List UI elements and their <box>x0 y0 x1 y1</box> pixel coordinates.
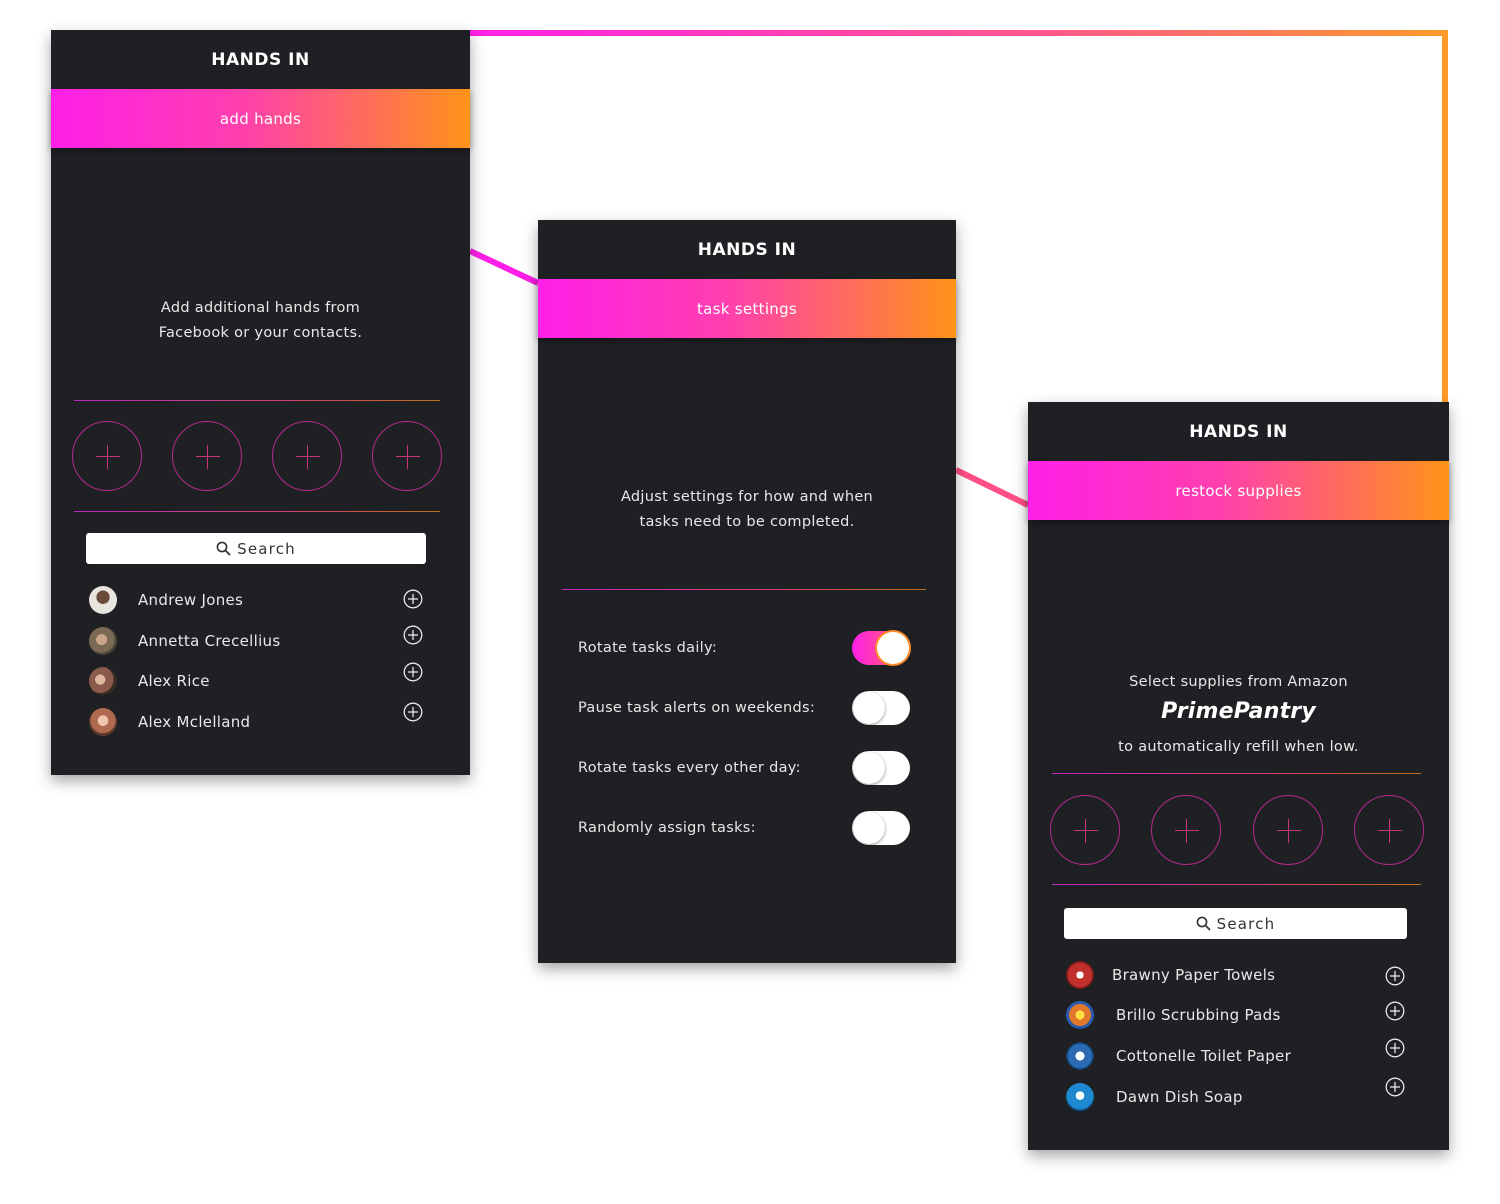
add-circle-icon[interactable] <box>403 625 423 645</box>
toggle-knob <box>877 632 909 664</box>
add-circle-icon[interactable] <box>1385 966 1405 986</box>
setting-rotate-daily: Rotate tasks daily: <box>578 631 910 665</box>
add-circle-icon[interactable] <box>403 589 423 609</box>
add-supply-slot[interactable] <box>1050 795 1120 865</box>
setting-randomly-assign: Randomly assign tasks: <box>578 811 910 845</box>
add-hands-description: Add additional hands from Facebook or yo… <box>51 296 470 346</box>
setting-label: Rotate tasks every other day: <box>578 760 801 776</box>
toggle-switch-on[interactable] <box>852 631 910 665</box>
add-hand-slot[interactable] <box>72 421 142 491</box>
add-supply-slot[interactable] <box>1252 795 1323 865</box>
app-title: HANDS IN <box>697 239 797 260</box>
restock-description-line2: to automatically refill when low. <box>1118 739 1359 755</box>
toggle-switch-off[interactable] <box>852 751 910 785</box>
search-input[interactable]: Search <box>86 533 426 564</box>
contact-row[interactable]: Andrew Jones <box>89 586 423 614</box>
search-input[interactable]: Search <box>1064 908 1407 939</box>
brillo-logo-icon <box>1066 1001 1094 1029</box>
product-row[interactable]: Cottonelle Toilet Paper <box>1066 1038 1405 1070</box>
divider <box>74 400 440 401</box>
avatar <box>89 627 117 655</box>
divider <box>562 589 926 590</box>
product-row[interactable]: Brillo Scrubbing Pads <box>1066 1001 1405 1029</box>
contact-name: Alex Rice <box>138 672 210 690</box>
contact-name: Andrew Jones <box>138 591 244 609</box>
connector-2-3 <box>954 467 1030 508</box>
add-circle-icon[interactable] <box>403 662 423 682</box>
description-line: Adjust settings for how and when <box>620 489 874 505</box>
dawn-logo-icon <box>1066 1083 1094 1111</box>
description-line: Add additional hands from <box>160 300 361 316</box>
connector-1-2 <box>468 248 540 286</box>
setting-label: Randomly assign tasks: <box>578 820 756 836</box>
avatar <box>89 586 117 614</box>
app-title: HANDS IN <box>1189 421 1288 442</box>
product-list: Brawny Paper Towels Brillo Scrubbing Pad… <box>1066 961 1405 1121</box>
contact-list: Andrew Jones Annetta Crecellius Alex Ric… <box>89 586 423 746</box>
search-placeholder: Search <box>237 539 296 558</box>
avatar <box>89 667 117 695</box>
divider <box>1052 884 1421 885</box>
banner-add-hands[interactable]: add hands <box>51 89 470 148</box>
product-name: Dawn Dish Soap <box>1116 1088 1243 1106</box>
contact-row[interactable]: Annetta Crecellius <box>89 625 423 655</box>
search-placeholder: Search <box>1216 914 1276 933</box>
banner-task-settings[interactable]: task settings <box>538 279 956 338</box>
hand-slots <box>72 421 442 491</box>
description-line: tasks need to be completed. <box>639 514 855 530</box>
search-icon <box>216 541 231 556</box>
cottonelle-logo-icon <box>1066 1042 1094 1070</box>
toggle-knob <box>853 692 885 724</box>
toggle-knob <box>853 752 885 784</box>
contact-name: Alex Mclelland <box>138 713 251 731</box>
toggle-knob <box>853 812 885 844</box>
supply-slots <box>1050 795 1424 865</box>
setting-pause-weekends: Pause task alerts on weekends: <box>578 691 910 725</box>
restock-description-line1: Select supplies from Amazon <box>1129 674 1348 690</box>
add-hand-slot[interactable] <box>272 421 342 491</box>
brawny-logo-icon <box>1066 961 1094 989</box>
product-row[interactable]: Brawny Paper Towels <box>1066 961 1405 989</box>
app-title: HANDS IN <box>211 49 310 70</box>
toggle-switch-off[interactable] <box>852 811 910 845</box>
add-circle-icon[interactable] <box>1385 1077 1405 1097</box>
prime-pantry-logo: PrimePantry <box>1161 699 1316 724</box>
contact-row[interactable]: Alex Rice <box>89 662 423 695</box>
add-circle-icon[interactable] <box>1385 1001 1405 1021</box>
search-icon <box>1196 916 1211 931</box>
add-hand-slot[interactable] <box>172 421 242 491</box>
setting-rotate-every-other-day: Rotate tasks every other day: <box>578 751 910 785</box>
screen-task-settings: HANDS IN task settings Adjust settings f… <box>538 220 956 963</box>
avatar <box>89 708 117 736</box>
screen-add-hands: HANDS IN add hands Add additional hands … <box>51 30 470 775</box>
setting-label: Pause task alerts on weekends: <box>578 700 816 716</box>
setting-label: Rotate tasks daily: <box>578 640 718 656</box>
description-line: Facebook or your contacts. <box>158 325 363 341</box>
banner-restock-supplies[interactable]: restock supplies <box>1028 461 1449 520</box>
add-circle-icon[interactable] <box>403 702 423 722</box>
product-name: Cottonelle Toilet Paper <box>1116 1047 1292 1065</box>
product-name: Brillo Scrubbing Pads <box>1116 1006 1281 1024</box>
divider <box>1052 773 1421 774</box>
toggle-switch-off[interactable] <box>852 691 910 725</box>
product-name: Brawny Paper Towels <box>1112 966 1276 984</box>
add-supply-slot[interactable] <box>1353 795 1424 865</box>
product-row[interactable]: Dawn Dish Soap <box>1066 1077 1405 1111</box>
contact-row[interactable]: Alex Mclelland <box>89 702 423 736</box>
screen-restock-supplies: HANDS IN restock supplies Select supplie… <box>1028 402 1449 1150</box>
add-circle-icon[interactable] <box>1385 1038 1405 1058</box>
contact-name: Annetta Crecellius <box>138 632 281 650</box>
task-settings-description: Adjust settings for how and when tasks n… <box>538 485 956 535</box>
add-supply-slot[interactable] <box>1151 795 1222 865</box>
add-hand-slot[interactable] <box>372 421 442 491</box>
divider <box>74 511 440 512</box>
